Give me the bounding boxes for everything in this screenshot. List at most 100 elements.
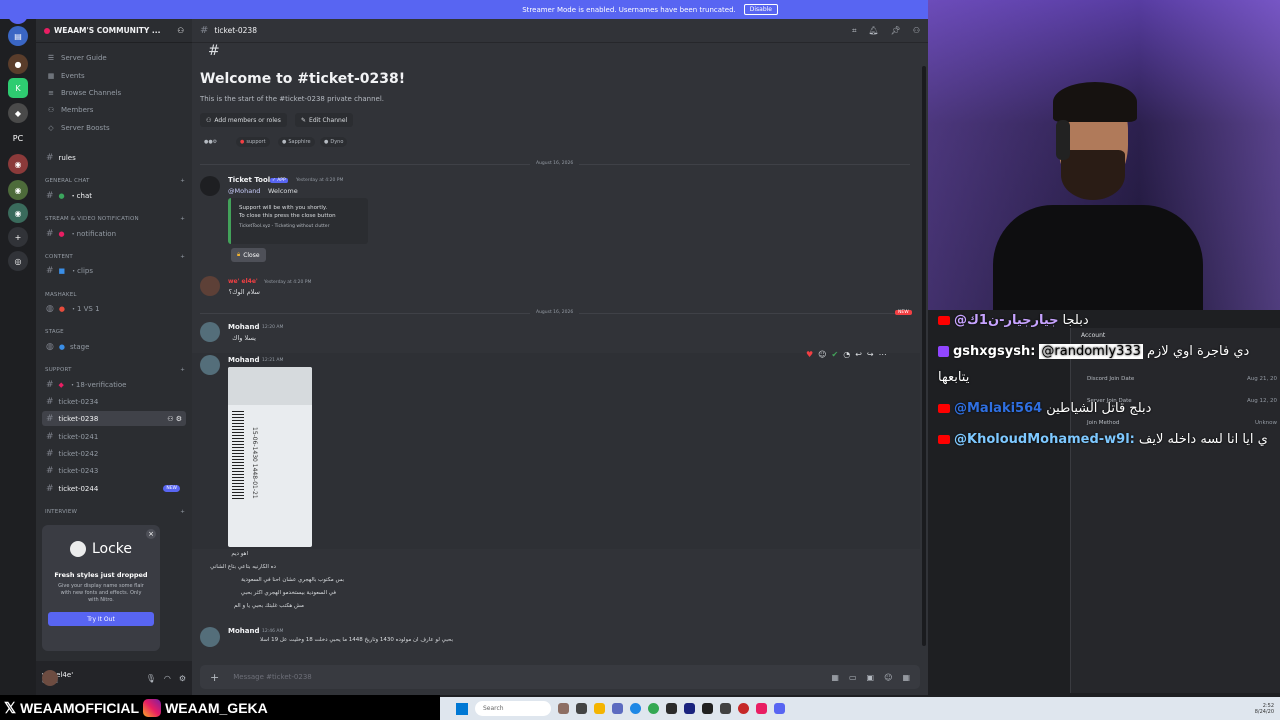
edge-icon[interactable]: [630, 703, 641, 714]
server-icon[interactable]: ▤: [8, 26, 28, 46]
category-stage[interactable]: STAGE: [45, 329, 185, 335]
close-ticket-button[interactable]: 🔒︎ Close: [231, 248, 266, 262]
nav-members[interactable]: ⚇ Members: [44, 103, 184, 117]
smile-icon[interactable]: ☺: [818, 350, 826, 359]
chrome-icon[interactable]: [648, 703, 659, 714]
widgets-icon[interactable]: [558, 703, 569, 714]
channel-ticket[interactable]: # ticket-0243: [42, 463, 186, 478]
sticker-icon[interactable]: ▣: [867, 673, 875, 682]
server-icon[interactable]: ◉: [8, 203, 28, 223]
id-card-image[interactable]: 15-06-1430 1448-01-21: [228, 367, 312, 547]
threads-icon[interactable]: ⌗: [852, 26, 857, 36]
mic-icon[interactable]: 🎙: [146, 674, 156, 683]
forward-icon[interactable]: ↪: [867, 350, 874, 359]
bot-name[interactable]: Ticket Tool: [228, 176, 270, 184]
nav-events[interactable]: ▦ Events: [44, 69, 184, 83]
try-it-out-button[interactable]: Try It Out: [48, 612, 154, 626]
role-tag[interactable]: ● Dyno: [320, 137, 348, 147]
app-icon[interactable]: [720, 703, 731, 714]
pin-icon[interactable]: 📌︎: [891, 26, 901, 36]
message-author[interactable]: Mohand: [228, 627, 259, 635]
nav-server-boosts[interactable]: ◇ Server Boosts: [44, 121, 184, 135]
channel-1vs1[interactable]: ◍ ● ・1 VS 1: [42, 301, 186, 316]
server-icon[interactable]: ◉: [8, 180, 28, 200]
server-icon[interactable]: K: [8, 78, 28, 98]
category-support[interactable]: SUPPORT +: [45, 367, 185, 373]
app-icon[interactable]: [612, 703, 623, 714]
windows-start-icon[interactable]: [456, 702, 468, 715]
server-icon[interactable]: ◆: [8, 103, 28, 123]
channel-notification[interactable]: # ● ・notification: [42, 226, 186, 241]
channel-ticket[interactable]: # ticket-0241: [42, 429, 186, 444]
server-icon[interactable]: PC: [8, 128, 28, 148]
grid-icon[interactable]: ▦: [902, 673, 910, 682]
disable-button[interactable]: Disable: [743, 4, 778, 15]
category-content[interactable]: CONTENT +: [45, 254, 185, 260]
message-composer[interactable]: + Message #ticket-0238 ▦ ▭ ▣ ☺ ▦: [200, 665, 920, 689]
emoji-icon[interactable]: ☺: [884, 673, 892, 682]
discord-icon[interactable]: [774, 703, 785, 714]
file-explorer-icon[interactable]: [594, 703, 605, 714]
apps-icon[interactable]: ▦: [831, 673, 839, 682]
taskbar-clock: 2:52 8/24/20: [1254, 702, 1274, 715]
close-icon[interactable]: ×: [146, 529, 156, 539]
role-tag[interactable]: ● support: [236, 137, 270, 147]
reply-icon[interactable]: ↩: [855, 350, 862, 359]
app-icon[interactable]: [756, 703, 767, 714]
avatar[interactable]: [42, 670, 58, 686]
mention[interactable]: @Mohand: [228, 187, 260, 195]
channel-verification[interactable]: # ◆ ・18-verificatioe: [42, 377, 186, 392]
avatar[interactable]: [200, 276, 220, 296]
channel-rules[interactable]: # rules: [42, 150, 186, 165]
category-general[interactable]: GENERAL CHAT +: [45, 178, 185, 184]
message-author[interactable]: Mohand: [228, 356, 259, 364]
add-server-icon[interactable]: +: [8, 227, 28, 247]
check-icon[interactable]: ✔: [832, 350, 839, 359]
invite-icon[interactable]: ⚇: [177, 26, 184, 35]
message-author[interactable]: Mohand: [228, 323, 259, 331]
gear-icon[interactable]: ⚙: [179, 674, 186, 683]
gif-icon[interactable]: ▭: [849, 673, 857, 682]
app-icon[interactable]: [738, 703, 749, 714]
bell-icon[interactable]: 🔔︎: [869, 26, 879, 36]
channel-clips[interactable]: # ■ ・clips: [42, 263, 186, 278]
edit-channel-button[interactable]: ✎ Edit Channel: [295, 113, 354, 127]
add-attachment-icon[interactable]: +: [210, 671, 219, 684]
nav-server-guide[interactable]: ☰ Server Guide: [44, 51, 184, 65]
taskbar-search[interactable]: Search: [475, 701, 551, 716]
channel-chat[interactable]: # ● ・chat: [42, 188, 186, 203]
task-view-icon[interactable]: [576, 703, 587, 714]
category-stream[interactable]: STREAM & VIDEO NOTIFICATION +: [45, 216, 185, 222]
emoji-icon[interactable]: ◔: [843, 350, 850, 359]
message-author[interactable]: we' el4e': [228, 278, 258, 285]
channel-stage[interactable]: ◍ ● stage: [42, 339, 186, 354]
scrollbar[interactable]: [922, 66, 926, 646]
nav-browse-channels[interactable]: ≡ Browse Channels: [44, 86, 184, 100]
channel-ticket[interactable]: # ticket-0234: [42, 394, 186, 409]
channel-ticket[interactable]: # ticket-0242: [42, 446, 186, 461]
premiere-icon[interactable]: [684, 703, 695, 714]
ticket-embed: Support will be with you shortly. To clo…: [228, 198, 368, 244]
avatar[interactable]: [200, 627, 220, 647]
headphones-icon[interactable]: ◠: [164, 674, 171, 683]
app-icon[interactable]: [702, 703, 713, 714]
avatar[interactable]: [200, 355, 220, 375]
channel-ticket[interactable]: # ticket-0244 NEW: [42, 481, 186, 496]
heart-icon[interactable]: ♥: [806, 350, 813, 359]
more-icon[interactable]: ⋯: [879, 350, 887, 359]
channel-ticket-active[interactable]: # ticket-0238 ⚇ ⚙: [42, 411, 186, 426]
explore-icon[interactable]: ◎: [8, 251, 28, 271]
role-tag[interactable]: ● Sapphire: [278, 137, 315, 147]
server-icon[interactable]: ◉: [8, 154, 28, 174]
bot-avatar[interactable]: [200, 176, 220, 196]
server-header[interactable]: WEAAM'S COMMUNITY ... ⚇: [36, 19, 192, 43]
avatar[interactable]: [200, 322, 220, 342]
server-icon[interactable]: ●: [8, 54, 28, 74]
settings-icon[interactable]: ⚇ ⚙: [167, 415, 182, 423]
category-mashakel[interactable]: MASHAKEL: [45, 292, 185, 298]
app-icon[interactable]: [666, 703, 677, 714]
add-members-button[interactable]: ⚇ Add members or roles: [200, 113, 287, 127]
members-icon[interactable]: ⚇: [913, 26, 920, 36]
message-input[interactable]: Message #ticket-0238: [233, 673, 312, 681]
category-interview[interactable]: INTERVIEW +: [45, 509, 185, 515]
